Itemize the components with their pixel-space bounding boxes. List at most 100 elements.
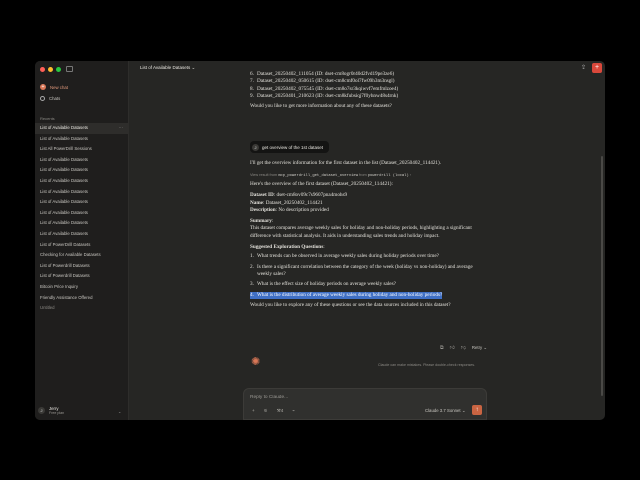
recent-chat-item[interactable]: List of Available Datasets (35, 165, 128, 176)
copy-icon[interactable]: ⧉ (440, 345, 444, 351)
recent-chat-item[interactable]: List of Available Datasets (35, 176, 128, 187)
chevron-down-icon: ⌄ (461, 408, 466, 413)
tool-count: 4 (280, 408, 284, 413)
thumbs-down-icon[interactable]: 👎︎ (461, 345, 466, 351)
chats-link[interactable]: Chats (40, 96, 60, 101)
recent-chat-item[interactable]: Untitled (35, 303, 128, 314)
list-item: 2. Is there a significant correlation bet… (250, 264, 475, 279)
recent-chat-title: List of Available Datasets (40, 135, 88, 141)
tools-button[interactable]: ⚒4 (277, 408, 284, 414)
tool-view-label: View result from (250, 173, 278, 177)
plus-icon: + (40, 84, 46, 90)
recent-chat-item[interactable]: List of Available Datasets (35, 155, 128, 166)
new-chat-label: New chat (50, 84, 68, 90)
new-chat-plus-button[interactable]: + (592, 63, 602, 73)
dataset-id-value: : dset-cm8ov09c7s9607pna4mohs9 (273, 192, 348, 199)
tool-name: mcp_powerdrill_get_dataset_overview (278, 174, 358, 178)
claude-logo-icon: ✺ (251, 356, 261, 368)
chevron-down-icon[interactable]: ⌄ (118, 409, 121, 414)
user-plan: Free plan (49, 411, 65, 415)
model-selector[interactable]: Claude 3.7 Sonnet ⌄ (425, 408, 465, 414)
dataset-name-label: Name (250, 199, 263, 206)
tool-result-link[interactable]: View result from mcp_powerdrill_get_data… (250, 173, 411, 178)
dataset-name-line: Name: Dataset_20250402_114421 (250, 200, 475, 207)
recent-chat-title: List of Available Datasets (40, 125, 88, 130)
recent-chat-item[interactable]: List of Powerdrill Datasets (35, 271, 128, 282)
close-window-button[interactable] (40, 67, 45, 72)
chevron-down-icon: ⌄ (483, 345, 487, 350)
reply-input[interactable] (248, 392, 452, 403)
recent-chat-title: List of Available Datasets (40, 230, 88, 236)
avatar: J (252, 143, 259, 151)
recent-chat-item[interactable]: List of PowerDrill Datasets (35, 240, 128, 251)
summary-label: Summary (250, 218, 272, 225)
suggested-label: Suggested Exploration Questions (250, 244, 324, 251)
recent-chat-item[interactable]: List of Powerdrill Datasets (35, 261, 128, 272)
plus-icon[interactable]: + (252, 408, 255, 414)
sidebar-toggle-icon[interactable] (66, 66, 73, 72)
recent-chat-item[interactable]: List of Available Datasets (35, 208, 128, 219)
share-icon[interactable]: ⇪ (581, 64, 586, 71)
model-name: Claude 3.7 Sonnet (425, 408, 461, 413)
dataset-id-line: Dataset ID: dset-cm8ov09c7s9607pna4mohs9 (250, 192, 475, 199)
recent-chat-item[interactable]: List of Available Datasets (35, 187, 128, 198)
send-button[interactable]: ↑ (472, 405, 482, 415)
chevron-down-icon: ⌄ (191, 65, 196, 70)
recent-chat-title: List of PowerDrill Datasets (40, 241, 91, 247)
recent-chat-title: Untitled (40, 305, 55, 311)
scrollbar[interactable] (601, 156, 603, 396)
description-value: : No description provided (275, 206, 329, 213)
recent-chat-item[interactable]: Bitcoin Price Inquiry (35, 282, 128, 293)
suggested-colon: : (323, 244, 325, 251)
summary-text: This dataset compares average weekly sal… (250, 225, 472, 239)
new-chat-button[interactable]: + New chat (40, 84, 68, 90)
assistant-dataset-list: 6. Dataset_20250402_111054 (ID: dset-cm8o… (250, 71, 480, 110)
list-number: 4. (250, 291, 257, 299)
more-options-icon[interactable]: ··· (119, 123, 123, 134)
list-number: 9. (250, 92, 254, 99)
recent-chat-item[interactable]: List All PowerDrill Sessions (35, 144, 128, 155)
user-profile[interactable]: J Jerry Free plan (38, 406, 64, 416)
thumbs-up-icon[interactable]: 👍︎ (450, 345, 455, 351)
list-number: 6. (250, 71, 254, 77)
window-controls (40, 67, 61, 72)
dataset-id-label: Dataset ID (250, 192, 274, 199)
disclaimer: Claude can make mistakes. Please double-… (378, 363, 476, 367)
recent-chat-item[interactable]: List of Available Datasets (35, 218, 128, 229)
recents-list: List of Available Datasets ··· List of Av… (35, 123, 128, 314)
list-item: 3. What is the effect size of holiday per… (250, 281, 475, 288)
chat-bubble-icon (40, 96, 45, 101)
retry-button[interactable]: Retry ⌄ (472, 345, 487, 351)
avatar: J (38, 407, 45, 415)
conversation-title-button[interactable]: List of Available Datasets ⌄ (140, 65, 195, 71)
recent-chat-item[interactable]: Friendly Assistance Offered (35, 293, 128, 304)
assistant-overview: Here's the overview of the first dataset… (250, 181, 475, 309)
message-actions: ⧉ 👍︎ 👎︎ Retry ⌄ (440, 345, 487, 351)
recent-chat-item[interactable]: List of Available Datasets (35, 134, 128, 145)
user-message: J get overview of the 1st dataset (250, 141, 330, 153)
dataset-name-value: : Dataset_20250402_114421 (262, 199, 323, 206)
recent-chat-item[interactable]: List of Available Datasets (35, 229, 128, 240)
recent-chat-item[interactable]: List of Available Datasets ··· (35, 123, 128, 134)
recent-chat-item[interactable]: Checking for Available Datasets (35, 250, 128, 261)
conversation-title: List of Available Datasets (140, 65, 191, 70)
minimize-window-button[interactable] (48, 67, 53, 72)
zoom-window-button[interactable] (56, 67, 61, 72)
recent-chat-title: Bitcoin Price Inquiry (40, 283, 78, 289)
recent-chat-title: List of Available Datasets (40, 156, 88, 162)
retry-label: Retry (471, 345, 483, 350)
list-number: 8. (250, 85, 254, 92)
assistant-intro-text: I'll get the overview information for th… (250, 160, 442, 166)
recent-chat-title: List All PowerDrill Sessions (40, 146, 92, 152)
settings-sliders-icon[interactable]: ⚟ (264, 408, 268, 414)
attach-icon[interactable]: ⌁ (292, 408, 295, 414)
list-number: 2. (250, 263, 254, 270)
dataset-description-line: Description: No description provided (250, 207, 475, 214)
recent-chat-title: List of Available Datasets (40, 167, 88, 173)
composer: + ⚟ ⚒4 ⌁ Claude 3.7 Sonnet ⌄ ↑ (243, 388, 487, 420)
recent-chat-item[interactable]: List of Available Datasets (35, 197, 128, 208)
list-number: 3. (250, 281, 254, 288)
chats-label: Chats (49, 96, 61, 101)
list-number: 1. (250, 253, 254, 260)
list-item: 8. Dataset_20250402_075545 (ID: dset-cm8o… (250, 86, 480, 93)
